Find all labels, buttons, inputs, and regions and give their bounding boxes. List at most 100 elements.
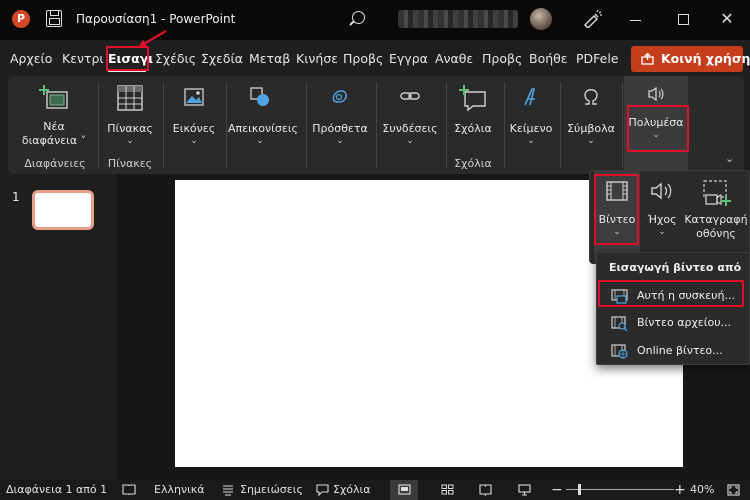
symbols-button[interactable]: Σύμβολα ⌄ [564, 80, 618, 152]
share-button[interactable]: Κοινή χρήση [631, 46, 750, 72]
save-icon[interactable] [46, 10, 62, 27]
normal-view-icon [398, 484, 411, 495]
normal-view-button[interactable] [390, 480, 418, 500]
speaker-icon [651, 182, 672, 200]
screen-recording-button[interactable]: Καταγραφή οθόνης [684, 171, 748, 263]
comment-icon [459, 85, 486, 112]
online-video-item[interactable]: Online βίντεο... [599, 339, 747, 363]
group-label-comments: Σχόλια [454, 157, 492, 170]
tab-slideshow[interactable]: Προβς [343, 46, 383, 72]
images-dropdown-icon: ⌄ [190, 136, 198, 146]
stock-video-item[interactable]: Βίντεο αρχείου... [599, 311, 747, 335]
table-button[interactable]: Πίνακας ⌄ [104, 80, 156, 152]
maximize-button[interactable] [678, 14, 689, 25]
illustrations-label: Απεικονίσεις [228, 122, 298, 135]
annotation-arrow-icon [138, 30, 167, 48]
symbols-dropdown-icon: ⌄ [587, 136, 595, 146]
search-icon[interactable] [352, 11, 365, 24]
slide-number: 1 [12, 190, 20, 204]
tab-view[interactable]: Προβς [482, 46, 522, 72]
group-separator [163, 82, 164, 168]
slide-sorter-icon[interactable] [441, 484, 454, 495]
fit-to-window-icon[interactable] [727, 484, 740, 496]
new-slide-button[interactable]: Νέα διαφάνεια ˅ [14, 80, 94, 152]
stock-video-icon [611, 316, 628, 331]
zoom-slider-thumb[interactable] [578, 484, 581, 495]
link-icon [400, 92, 420, 100]
tab-pdfelement[interactable]: PDFele [576, 46, 619, 72]
images-label: Εικόνες [172, 122, 216, 135]
powerpoint-window: P Παρουσίαση1 - PowerPoint ✕ Αρχείο Κεντ… [0, 0, 750, 500]
group-separator [376, 82, 377, 168]
new-slide-icon [39, 85, 68, 109]
new-slide-label-2: διαφάνεια ˅ [21, 134, 87, 147]
avatar[interactable] [530, 8, 552, 30]
illustrations-dropdown-icon: ⌄ [256, 136, 264, 146]
text-dropdown-icon: ⌄ [527, 136, 535, 146]
insert-video-dropdown: Εισαγωγή βίντεο από Αυτή η συσκευή... Βί… [596, 252, 750, 365]
text-button[interactable]: Κείμενο ⌄ [508, 80, 554, 152]
language-indicator[interactable]: Ελληνικά [154, 480, 205, 500]
audio-dropdown-icon: ⌄ [658, 227, 666, 237]
media-button-highlight [627, 105, 689, 152]
collapse-ribbon-icon[interactable]: ⌄ [725, 152, 739, 165]
screen-recording-label-1: Καταγραφή [684, 213, 748, 226]
addins-label: Πρόσθετα [312, 122, 368, 135]
audio-button[interactable]: Ήχος ⌄ [642, 171, 682, 263]
group-separator [446, 82, 447, 168]
images-button[interactable]: Εικόνες ⌄ [168, 80, 220, 152]
zoom-out-button[interactable]: − [551, 480, 563, 500]
comments-icon [316, 484, 329, 496]
comment-button[interactable]: Σχόλια [448, 80, 498, 152]
links-button[interactable]: Συνδέσεις ⌄ [380, 80, 440, 152]
shapes-icon [250, 87, 269, 106]
tab-record[interactable]: Εγγρα [389, 46, 428, 72]
reading-view-icon[interactable] [479, 484, 492, 496]
video-button-highlight [594, 174, 639, 245]
dropdown-header: Εισαγωγή βίντεο από [609, 261, 742, 274]
text-label: Κείμενο [509, 122, 553, 135]
screen-recording-icon [703, 180, 731, 206]
addins-button[interactable]: Πρόσθετα ⌄ [310, 80, 370, 152]
table-dropdown-icon: ⌄ [126, 136, 134, 146]
zoom-slider[interactable] [566, 489, 674, 490]
tab-review[interactable]: Αναθε [435, 46, 473, 72]
online-video-icon [611, 344, 628, 359]
links-dropdown-icon: ⌄ [406, 136, 414, 146]
table-label: Πίνακας [107, 122, 153, 135]
slideshow-icon[interactable] [518, 484, 531, 496]
comments-button[interactable]: Σχόλια [333, 480, 371, 500]
links-label: Συνδέσεις [382, 122, 438, 135]
omega-icon [584, 89, 598, 105]
tab-help[interactable]: Βοήθε [529, 46, 568, 72]
dropdown-item-label: Online βίντεο... [637, 344, 723, 357]
tab-file[interactable]: Αρχείο [10, 46, 52, 72]
tab-animations[interactable]: Κινήσε [296, 46, 338, 72]
images-icon [184, 88, 204, 106]
zoom-in-button[interactable]: + [674, 480, 686, 500]
minimize-button[interactable] [630, 20, 641, 21]
slide-thumbnail[interactable] [32, 190, 94, 230]
group-separator [226, 82, 227, 168]
close-button[interactable]: ✕ [716, 8, 738, 30]
notes-icon [223, 485, 233, 496]
symbols-label: Σύμβολα [567, 122, 615, 135]
addins-icon [332, 90, 347, 103]
tab-transitions[interactable]: Μεταβ [249, 46, 290, 72]
group-separator [504, 82, 505, 168]
text-icon [524, 88, 536, 106]
tab-design[interactable]: Σχεδία [201, 46, 243, 72]
designer-pen-icon[interactable] [582, 10, 602, 28]
tab-home[interactable]: Κεντρι [62, 46, 104, 72]
this-device-highlight [598, 280, 744, 307]
spellcheck-book-icon[interactable] [122, 484, 136, 496]
group-separator [306, 82, 307, 168]
ribbon-tabs: Αρχείο Κεντρι Εισαγι Σχέδις Σχεδία Μεταβ… [0, 46, 625, 72]
blurred-account-name [398, 10, 518, 28]
zoom-level[interactable]: 40% [690, 480, 714, 500]
illustrations-button[interactable]: Απεικονίσεις ⌄ [228, 80, 298, 152]
comment-label: Σχόλια [454, 122, 492, 135]
screen-recording-label-2: οθόνης [696, 227, 736, 240]
notes-button[interactable]: Σημειώσεις [240, 480, 303, 500]
audio-label: Ήχος [647, 213, 677, 226]
